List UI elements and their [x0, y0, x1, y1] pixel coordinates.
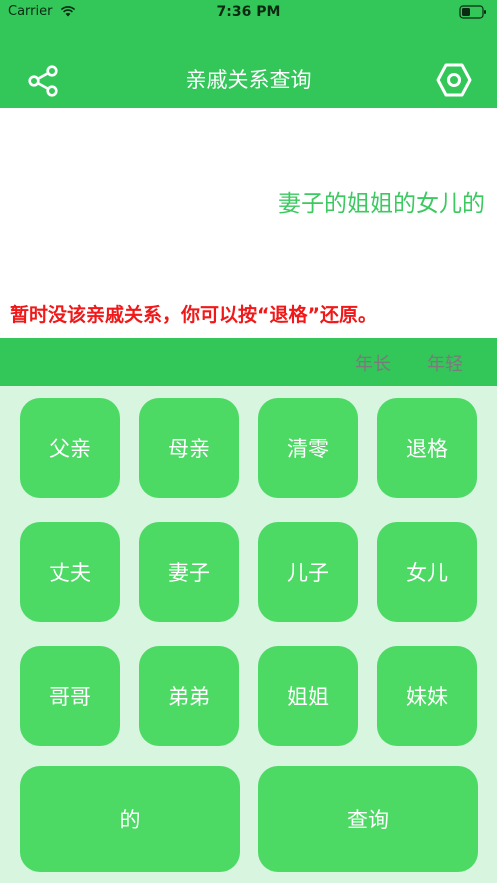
page-title: 亲戚关系查询: [185, 68, 312, 92]
display-panel: 妻子的姐姐的女儿的 暂时没该亲戚关系，你可以按“退格”还原。: [0, 108, 497, 338]
older-option[interactable]: 年长: [355, 350, 391, 376]
nav-bar: Carrier 7:36 PM 亲戚关系查询: [0, 0, 497, 108]
settings-icon[interactable]: [436, 62, 472, 98]
backspace-button[interactable]: 退格: [377, 398, 477, 498]
elder-brother-button[interactable]: 哥哥: [20, 646, 120, 746]
status-bar: Carrier 7:36 PM: [0, 0, 497, 26]
status-time: 7:36 PM: [216, 4, 281, 20]
query-button[interactable]: 查询: [258, 766, 478, 872]
wife-button[interactable]: 妻子: [139, 522, 239, 622]
younger-option[interactable]: 年轻: [427, 350, 463, 376]
mother-button[interactable]: 母亲: [139, 398, 239, 498]
elder-sister-button[interactable]: 姐姐: [258, 646, 358, 746]
younger-brother-button[interactable]: 弟弟: [139, 646, 239, 746]
husband-button[interactable]: 丈夫: [20, 522, 120, 622]
clear-button[interactable]: 清零: [258, 398, 358, 498]
father-button[interactable]: 父亲: [20, 398, 120, 498]
age-option-bar: 年长 年轻: [0, 338, 497, 386]
younger-sister-button[interactable]: 妹妹: [377, 646, 477, 746]
son-button[interactable]: 儿子: [258, 522, 358, 622]
result-message: 暂时没该亲戚关系，你可以按“退格”还原。: [10, 304, 377, 326]
daughter-button[interactable]: 女儿: [377, 522, 477, 622]
keypad: 父亲 母亲 清零 退格 丈夫 妻子 儿子 女儿 哥哥 弟弟 姐姐 妹妹 的 查询: [0, 386, 497, 883]
battery-icon: [459, 5, 486, 19]
of-button[interactable]: 的: [20, 766, 240, 872]
relation-expression: 妻子的姐姐的女儿的: [278, 191, 485, 217]
